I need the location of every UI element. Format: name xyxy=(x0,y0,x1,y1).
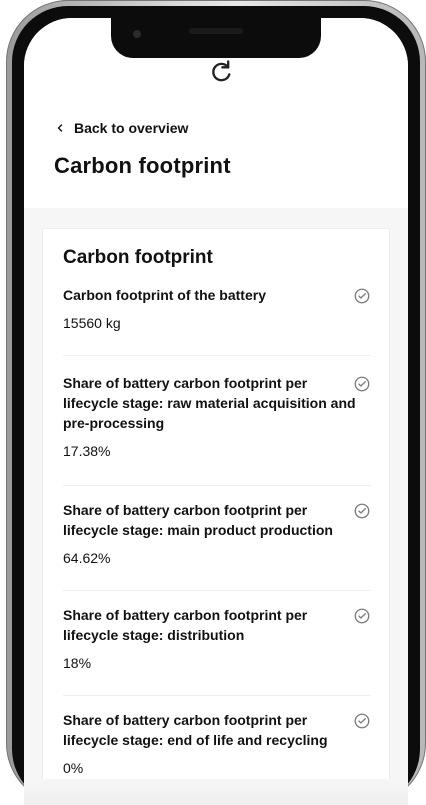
check-circle-icon xyxy=(354,608,370,624)
item-label: Share of battery carbon footprint per li… xyxy=(63,502,333,538)
phone-bezel: Back to overview Carbon footprint Carbon… xyxy=(12,6,420,805)
item-value: 64.62% xyxy=(63,550,111,566)
item-value: 17.38% xyxy=(63,443,111,459)
check-circle-icon xyxy=(354,713,370,729)
phone-notch xyxy=(111,18,321,58)
chevron-left-icon xyxy=(57,124,63,132)
page-title: Carbon footprint xyxy=(54,153,231,178)
list-item: Carbon footprint of the battery 15560 kg xyxy=(63,285,371,356)
phone-screen: Back to overview Carbon footprint Carbon… xyxy=(24,18,408,805)
page-content: Carbon footprint Carbon footprint of the… xyxy=(24,208,408,805)
list-item: Share of battery carbon footprint per li… xyxy=(63,373,371,486)
carbon-footprint-card: Carbon footprint Carbon footprint of the… xyxy=(42,228,390,783)
phone-frame: Back to overview Carbon footprint Carbon… xyxy=(6,0,426,805)
back-to-overview-link[interactable]: Back to overview xyxy=(54,120,188,136)
check-circle-icon xyxy=(354,288,370,304)
list-item: Share of battery carbon footprint per li… xyxy=(63,710,371,782)
earpiece-speaker xyxy=(189,28,243,34)
item-label: Share of battery carbon footprint per li… xyxy=(63,712,328,748)
back-link-label: Back to overview xyxy=(74,120,189,136)
item-value: 18% xyxy=(63,655,92,671)
list-item: Share of battery carbon footprint per li… xyxy=(63,500,371,591)
item-value: 15560 kg xyxy=(63,315,121,331)
item-label: Share of battery carbon footprint per li… xyxy=(63,375,356,431)
refresh-logo-icon xyxy=(212,60,231,82)
list-item: Share of battery carbon footprint per li… xyxy=(63,605,371,696)
item-label: Carbon footprint of the battery xyxy=(63,287,266,303)
card-title: Carbon footprint xyxy=(63,247,213,268)
front-camera-icon xyxy=(133,30,141,38)
check-circle-icon xyxy=(354,376,370,392)
check-circle-icon xyxy=(354,503,370,519)
item-value: 0% xyxy=(63,760,84,776)
bottom-fade xyxy=(24,779,408,805)
item-label: Share of battery carbon footprint per li… xyxy=(63,607,308,643)
